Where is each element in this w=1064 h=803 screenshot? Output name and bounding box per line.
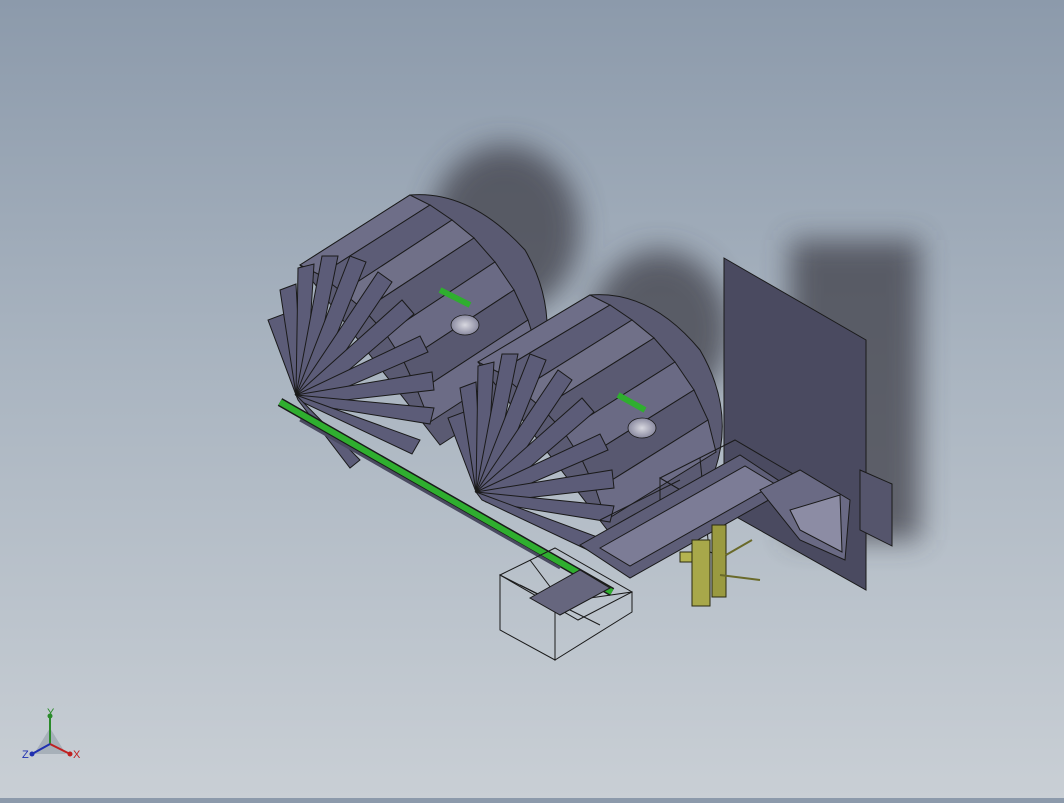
coordinate-triad: Y X Z: [18, 700, 88, 770]
x-axis-label: X: [73, 749, 81, 761]
z-axis-label: Z: [22, 749, 29, 761]
3d-model-viewport[interactable]: Y X Z: [0, 0, 1064, 798]
y-axis-label: Y: [47, 707, 55, 719]
model-render[interactable]: [0, 0, 1064, 798]
